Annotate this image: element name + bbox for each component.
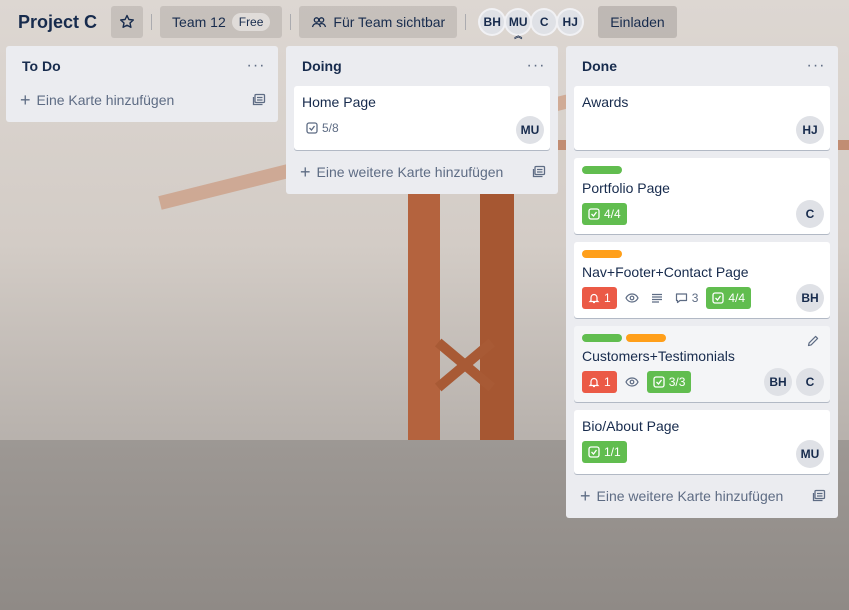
comments-badge: 3 (671, 287, 703, 309)
add-card-label: Eine weitere Karte hinzufügen (596, 488, 784, 504)
admin-chevron-icon: ︽ (514, 31, 523, 40)
template-icon[interactable] (252, 93, 266, 107)
label-orange (582, 250, 622, 258)
checklist-badge: 1/1 (582, 441, 627, 463)
plus-icon: + (300, 162, 311, 182)
list-doing: Doing ··· Home Page 5/8 MU + Eine weitere… (286, 46, 558, 194)
list-done: Done ··· Awards HJ Portfolio Page 4/4 C (566, 46, 838, 518)
list-menu-icon[interactable]: ··· (804, 57, 828, 75)
plus-icon: + (580, 486, 591, 506)
board-header: Project C Team 12 Free Für Team sichtbar… (0, 0, 849, 44)
card-member-avatar[interactable]: C (796, 368, 824, 396)
add-card-button[interactable]: + Eine Karte hinzufügen (14, 86, 270, 114)
checklist-icon (712, 292, 725, 304)
add-card-label: Eine Karte hinzufügen (36, 92, 175, 108)
card-title: Nav+Footer+Contact Page (582, 264, 749, 280)
label-green (582, 334, 622, 342)
card-awards[interactable]: Awards HJ (574, 86, 830, 150)
bell-icon (588, 376, 600, 388)
list-menu-icon[interactable]: ··· (524, 57, 548, 75)
add-card-label: Eine weitere Karte hinzufügen (316, 164, 504, 180)
board-title[interactable]: Project C (18, 12, 97, 33)
card-title: Home Page (302, 94, 376, 110)
comment-icon (675, 292, 688, 304)
add-card-button[interactable]: + Eine weitere Karte hinzufügen (294, 158, 550, 186)
member-avatar[interactable]: BH (478, 8, 507, 36)
card-customers-testimonials[interactable]: Customers+Testimonials 1 3/3 BH C (574, 326, 830, 402)
card-member-avatar[interactable]: HJ (796, 116, 824, 144)
member-avatar-admin[interactable]: MU ︽ (504, 8, 533, 40)
header-divider (290, 14, 292, 30)
member-avatar[interactable]: HJ (556, 8, 585, 36)
invite-button[interactable]: Einladen (598, 6, 677, 38)
plan-badge: Free (231, 13, 271, 31)
list-title[interactable]: Doing (302, 58, 342, 74)
card-title: Awards (582, 94, 629, 110)
description-icon (647, 287, 667, 309)
watching-eye-icon (621, 287, 643, 309)
workspace-name: Team 12 (172, 14, 226, 30)
checklist-icon (588, 208, 600, 220)
template-icon[interactable] (812, 489, 826, 503)
list-title[interactable]: Done (582, 58, 617, 74)
label-green (582, 166, 622, 174)
checklist-badge: 4/4 (582, 203, 627, 225)
header-divider (151, 14, 153, 30)
card-title: Bio/About Page (582, 418, 680, 434)
label-orange (626, 334, 666, 342)
list-menu-icon[interactable]: ··· (244, 57, 268, 75)
notification-badge: 1 (582, 371, 617, 393)
card-member-avatar[interactable]: MU (796, 440, 824, 468)
star-button[interactable] (111, 6, 144, 38)
checklist-badge: 3/3 (646, 371, 692, 393)
checklist-icon (588, 446, 600, 458)
card-nav-footer-contact[interactable]: Nav+Footer+Contact Page 1 3 4/4 BH (574, 242, 830, 318)
team-visibility-icon (311, 14, 327, 30)
card-member-avatar[interactable]: C (796, 200, 824, 228)
card-bio-about-page[interactable]: Bio/About Page 1/1 MU (574, 410, 830, 474)
add-card-button[interactable]: + Eine weitere Karte hinzufügen (574, 482, 830, 510)
list-title[interactable]: To Do (22, 58, 61, 74)
card-member-avatar[interactable]: MU (516, 116, 544, 144)
edit-pencil-icon[interactable] (806, 334, 822, 350)
checklist-icon (306, 122, 318, 134)
card-member-avatar[interactable]: BH (764, 368, 792, 396)
board-members: BH MU ︽ C HJ (478, 8, 585, 40)
card-member-avatar[interactable]: BH (796, 284, 824, 312)
visibility-label: Für Team sichtbar (333, 14, 446, 30)
card-portfolio-page[interactable]: Portfolio Page 4/4 C (574, 158, 830, 234)
member-avatar[interactable]: C (530, 8, 559, 36)
visibility-button[interactable]: Für Team sichtbar (299, 6, 458, 38)
checklist-badge: 5/8 (302, 117, 343, 139)
card-title: Portfolio Page (582, 180, 670, 196)
star-icon (119, 14, 135, 30)
workspace-button[interactable]: Team 12 Free (160, 6, 283, 38)
watching-eye-icon (621, 371, 643, 393)
board-lists: To Do ··· + Eine Karte hinzufügen Doing ·… (6, 46, 838, 518)
checklist-badge: 4/4 (706, 287, 752, 309)
notification-badge: 1 (582, 287, 617, 309)
checklist-icon (653, 376, 665, 388)
list-todo: To Do ··· + Eine Karte hinzufügen (6, 46, 278, 122)
card-home-page[interactable]: Home Page 5/8 MU (294, 86, 550, 150)
template-icon[interactable] (532, 165, 546, 179)
plus-icon: + (20, 90, 31, 110)
bell-icon (588, 292, 600, 304)
header-divider (465, 14, 467, 30)
card-title: Customers+Testimonials (582, 348, 735, 364)
